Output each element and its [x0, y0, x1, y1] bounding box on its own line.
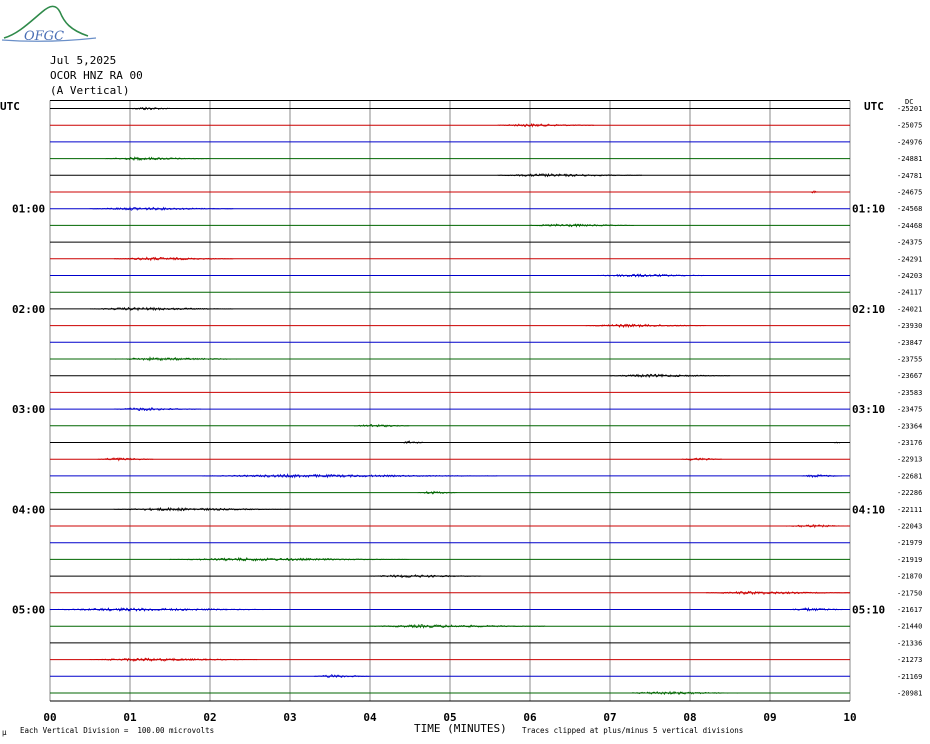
dc-offset-label: -23364 [897, 422, 922, 430]
dc-offset-label: -21979 [897, 539, 922, 547]
dc-offset-label: -21870 [897, 573, 922, 581]
x-axis-title: TIME (MINUTES) [414, 722, 507, 735]
clip-note: Traces clipped at plus/minus 5 vertical … [522, 726, 744, 735]
dc-offset-label: -22913 [897, 456, 922, 464]
x-tick-label: 06 [523, 711, 537, 724]
dc-offset-label: -24976 [897, 138, 922, 146]
seismic-signal [97, 457, 154, 462]
helicorder-plot: UTC UTC DC 00 01 02 03 04 05 06 07 08 09 10-25201-… [0, 98, 922, 724]
left-time-label: 02:00 [12, 303, 45, 316]
x-tick-label: 08 [683, 711, 696, 724]
right-time-label: 02:10 [852, 303, 885, 316]
left-utc-label: UTC [0, 100, 20, 113]
x-tick-label: 07 [603, 711, 616, 724]
seismic-signal [593, 273, 715, 278]
right-time-label: 04:10 [852, 503, 885, 516]
right-utc-label: UTC [864, 100, 884, 113]
right-time-label: 01:10 [852, 203, 885, 216]
corner-mark: µ [2, 728, 7, 737]
dc-offset-label: -21169 [897, 673, 922, 681]
dc-offset-label: -22681 [897, 472, 922, 480]
left-time-label: 03:00 [12, 403, 45, 416]
dc-offset-label: -21273 [897, 656, 922, 664]
seismic-signal [89, 657, 258, 662]
seismic-signal [785, 524, 850, 529]
seismic-signal [113, 407, 202, 412]
x-tick-label: 02 [203, 711, 216, 724]
x-tick-label: 04 [363, 711, 377, 724]
dc-offset-label: -24291 [897, 255, 922, 263]
left-time-label: 01:00 [12, 203, 45, 216]
dc-offset-label: -24881 [897, 155, 922, 163]
seismic-signal [785, 606, 851, 612]
left-time-label: 04:00 [12, 503, 45, 516]
seismic-signal [113, 506, 290, 512]
x-tick-label: 01 [123, 711, 137, 724]
dc-offset-label: -23176 [897, 439, 922, 447]
dc-offset-label: -23475 [897, 406, 922, 414]
dc-offset-label: -24203 [897, 272, 922, 280]
seismic-signal [105, 156, 210, 162]
seismic-signal [801, 474, 843, 478]
dc-offset-label: -21617 [897, 606, 922, 614]
dc-offset-label: -20981 [897, 690, 922, 698]
dc-offset-label: -23847 [897, 339, 922, 347]
dc-offset-label: -25075 [897, 122, 922, 130]
dc-offset-label: -24781 [897, 172, 922, 180]
dc-offset-label: -21336 [897, 639, 922, 647]
seismic-signal [369, 574, 482, 579]
dc-offset-label: -24375 [897, 239, 922, 247]
dc-offset-label: -23583 [897, 389, 922, 397]
dc-offset-label: -24468 [897, 222, 922, 230]
dc-offset-label: -21440 [897, 623, 922, 631]
x-tick-label: 09 [763, 711, 776, 724]
dc-offset-label: -23667 [897, 372, 922, 380]
plot-grid [49, 100, 851, 702]
dc-offset-label: -24021 [897, 305, 922, 313]
dc-offset-label: -23930 [897, 322, 922, 330]
x-tick-label: 03 [283, 711, 296, 724]
dc-offset-label: -21919 [897, 556, 922, 564]
seismic-signal [417, 490, 458, 495]
right-time-label: 05:10 [852, 604, 885, 617]
dc-offset-label: -21750 [897, 589, 922, 597]
dc-offset-label: -24675 [897, 189, 922, 197]
dc-offset-label: -23755 [897, 356, 922, 364]
dc-offset-label: -24568 [897, 205, 922, 213]
x-tick-label: 10 [843, 711, 856, 724]
seismic-signal [681, 457, 723, 462]
dc-offset-label: -22286 [897, 489, 922, 497]
x-tick-label: 00 [43, 711, 56, 724]
dc-offset-label: -22043 [897, 523, 922, 531]
left-time-label: 05:00 [12, 604, 45, 617]
dc-offset-label: -24117 [897, 289, 922, 297]
dc-offset-label: -25201 [897, 105, 922, 113]
dc-offset-label: -22111 [897, 506, 922, 514]
scale-note: Each Vertical Division = 100.00 microvol… [20, 726, 215, 735]
seismic-signal [585, 323, 706, 329]
right-time-label: 03:10 [852, 403, 885, 416]
seismic-signal [529, 223, 635, 228]
